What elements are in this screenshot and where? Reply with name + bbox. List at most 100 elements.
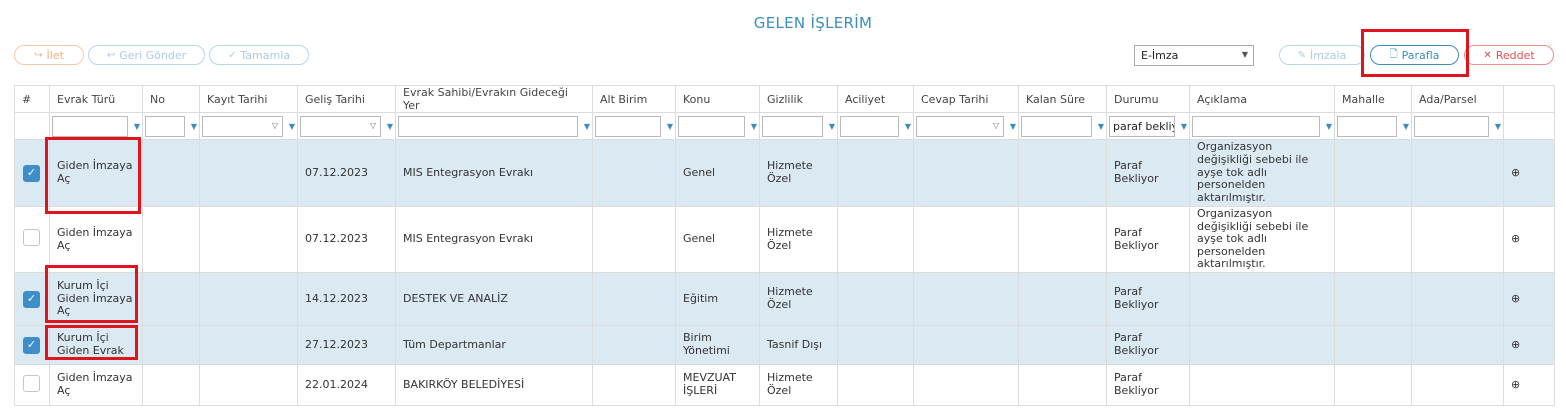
filter-funnel-icon[interactable]: ▼: [1326, 122, 1332, 131]
imzala-button[interactable]: ✎ İmzala: [1279, 45, 1365, 65]
filter-funnel-icon[interactable]: ▼: [1010, 122, 1016, 131]
header-ada-parsel[interactable]: Ada/Parsel: [1411, 85, 1504, 113]
header-cevap-tarihi[interactable]: Cevap Tarihi: [913, 85, 1019, 113]
header-durumu[interactable]: Durumu: [1106, 85, 1190, 113]
filter-funnel-icon[interactable]: ▼: [905, 122, 911, 131]
geri-gonder-button[interactable]: ↩ Geri Gönder: [88, 45, 205, 65]
cell-konu: Birim Yönetimi: [675, 325, 760, 365]
filter-funnel-icon[interactable]: ▼: [134, 122, 140, 131]
filter-input-durumu[interactable]: paraf bekliy: [1109, 115, 1175, 137]
row-checkbox[interactable]: ✓: [23, 290, 40, 308]
reddet-button[interactable]: ✕ Reddet: [1464, 45, 1554, 65]
row-checkbox[interactable]: [23, 229, 40, 247]
header-index: #: [14, 85, 50, 113]
ilet-button[interactable]: ↪ İlet: [14, 45, 84, 65]
cell-cevap-tarihi: [913, 325, 1019, 365]
filter-funnel-icon[interactable]: ▼: [667, 122, 673, 131]
filter-funnel-icon[interactable]: ▼: [191, 122, 197, 131]
row-checkbox[interactable]: ✓: [23, 336, 40, 354]
filter-date-gelis-tarihi[interactable]: ▽: [300, 115, 381, 137]
header-alt-birim[interactable]: Alt Birim: [592, 85, 676, 113]
cell-gelis-tarihi: 07.12.2023: [297, 139, 396, 207]
header-gelis-tarihi[interactable]: Geliş Tarihi: [297, 85, 396, 113]
filter-input-no[interactable]: [145, 115, 185, 137]
filter-date-cevap-tarihi[interactable]: ▽: [916, 115, 1004, 137]
table-row[interactable]: Giden İmzaya Aç 22.01.2024 BAKIRKÖY BELE…: [14, 364, 1555, 406]
filter-input-konu[interactable]: [678, 115, 745, 137]
header-evrak-turu[interactable]: Evrak Türü: [49, 85, 143, 113]
filter-cell-no: ▼: [142, 112, 200, 140]
cell-alt-birim: [592, 139, 676, 207]
filter-funnel-icon[interactable]: ▼: [289, 122, 295, 131]
chevron-down-icon: ▼: [1241, 50, 1248, 59]
filter-funnel-icon[interactable]: ▼: [387, 122, 393, 131]
zoom-in-icon[interactable]: ⊕: [1503, 364, 1555, 406]
filter-funnel-icon[interactable]: ▼: [1403, 122, 1409, 131]
cell-alt-birim: [592, 364, 676, 406]
cell-kayit-tarihi: [199, 272, 298, 326]
filter-funnel-icon[interactable]: ▼: [1181, 122, 1187, 131]
cell-aciliyet: [837, 272, 914, 326]
header-evrak-sahibi[interactable]: Evrak Sahibi/Evrakın Gideceği Yer: [395, 85, 593, 113]
cell-alt-birim: [592, 272, 676, 326]
header-actions: [1503, 85, 1555, 113]
header-mahalle[interactable]: Mahalle: [1334, 85, 1412, 113]
tamamla-button[interactable]: ✓ Tamamla: [209, 45, 309, 65]
filter-input-mahalle[interactable]: [1337, 115, 1397, 137]
filter-funnel-icon[interactable]: ▼: [584, 122, 590, 131]
header-konu[interactable]: Konu: [675, 85, 760, 113]
cell-alt-birim: [592, 206, 676, 273]
cell-no: [142, 139, 200, 207]
cell-ada-parsel: [1411, 272, 1504, 326]
cell-kalan-sure: [1018, 206, 1107, 273]
cell-no: [142, 206, 200, 273]
cell-konu: MEVZUAT İŞLERİ: [675, 364, 760, 406]
table-row[interactable]: ✓ Giden İmzaya Aç 07.12.2023 MIS Entegra…: [14, 139, 1555, 207]
zoom-in-icon[interactable]: ⊕: [1503, 139, 1555, 207]
header-gizlilik[interactable]: Gizlilik: [759, 85, 838, 113]
zoom-in-icon[interactable]: ⊕: [1503, 206, 1555, 273]
filter-input-evrak-turu[interactable]: [52, 115, 128, 137]
filter-funnel-icon[interactable]: ▼: [751, 122, 757, 131]
parafla-button[interactable]: 🗋 Parafla: [1370, 45, 1459, 65]
row-checkbox[interactable]: [23, 374, 40, 392]
header-aciklama[interactable]: Açıklama: [1189, 85, 1335, 113]
filter-input-gizlilik[interactable]: [762, 115, 823, 137]
row-checkbox[interactable]: ✓: [23, 164, 40, 182]
filter-input-kalan-sure[interactable]: [1021, 115, 1092, 137]
filter-input-ada-parsel[interactable]: [1414, 115, 1489, 137]
filter-date-kayit-tarihi[interactable]: ▽: [202, 115, 283, 137]
cell-evrak-turu: Giden İmzaya Aç: [49, 364, 143, 406]
filter-cell-aciklama: ▼: [1189, 112, 1335, 140]
filter-funnel-icon[interactable]: ▼: [1495, 122, 1501, 131]
filter-funnel-icon[interactable]: ▼: [829, 122, 835, 131]
table-row[interactable]: ✓ Kurum İçi Giden İmzaya Aç 14.12.2023 D…: [14, 272, 1555, 326]
filter-funnel-icon[interactable]: ▼: [1098, 122, 1104, 131]
close-icon: ✕: [1483, 49, 1492, 61]
cell-cevap-tarihi: [913, 139, 1019, 207]
signature-type-value: E-İmza: [1141, 49, 1179, 62]
cell-evrak-sahibi: BAKIRKÖY BELEDİYESİ: [395, 364, 593, 406]
zoom-in-icon[interactable]: ⊕: [1503, 272, 1555, 326]
filter-input-alt-birim[interactable]: [595, 115, 661, 137]
filter-input-aciliyet[interactable]: [840, 115, 899, 137]
cell-gelis-tarihi: 14.12.2023: [297, 272, 396, 326]
filter-input-evrak-sahibi[interactable]: [398, 115, 578, 137]
cell-mahalle: [1334, 364, 1412, 406]
zoom-in-icon[interactable]: ⊕: [1503, 325, 1555, 365]
cell-evrak-sahibi: DESTEK VE ANALİZ: [395, 272, 593, 326]
header-no[interactable]: No: [142, 85, 200, 113]
header-kayit-tarihi[interactable]: Kayıt Tarihi: [199, 85, 298, 113]
table-row[interactable]: Giden İmzaya Aç 07.12.2023 MIS Entegrasy…: [14, 206, 1555, 273]
cell-no: [142, 325, 200, 365]
table-row[interactable]: ✓ Kurum İçi Giden Evrak 27.12.2023 Tüm D…: [14, 325, 1555, 365]
cell-aciliyet: [837, 325, 914, 365]
filter-row: ▼ ▼ ▽ ▼ ▽ ▼ ▼ ▼ ▼ ▼ ▼ ▽ ▼ ▼ paraf bekliy ▼ ▼…: [14, 112, 1555, 140]
cell-aciklama: [1189, 364, 1335, 406]
signature-type-select[interactable]: E-İmza ▼: [1134, 45, 1254, 66]
filter-cell-evrak-sahibi: ▼: [395, 112, 593, 140]
filter-input-aciklama[interactable]: [1192, 115, 1320, 137]
header-aciliyet[interactable]: Aciliyet: [837, 85, 914, 113]
filter-cell-mahalle: ▼: [1334, 112, 1412, 140]
header-kalan-sure[interactable]: Kalan Süre: [1018, 85, 1107, 113]
